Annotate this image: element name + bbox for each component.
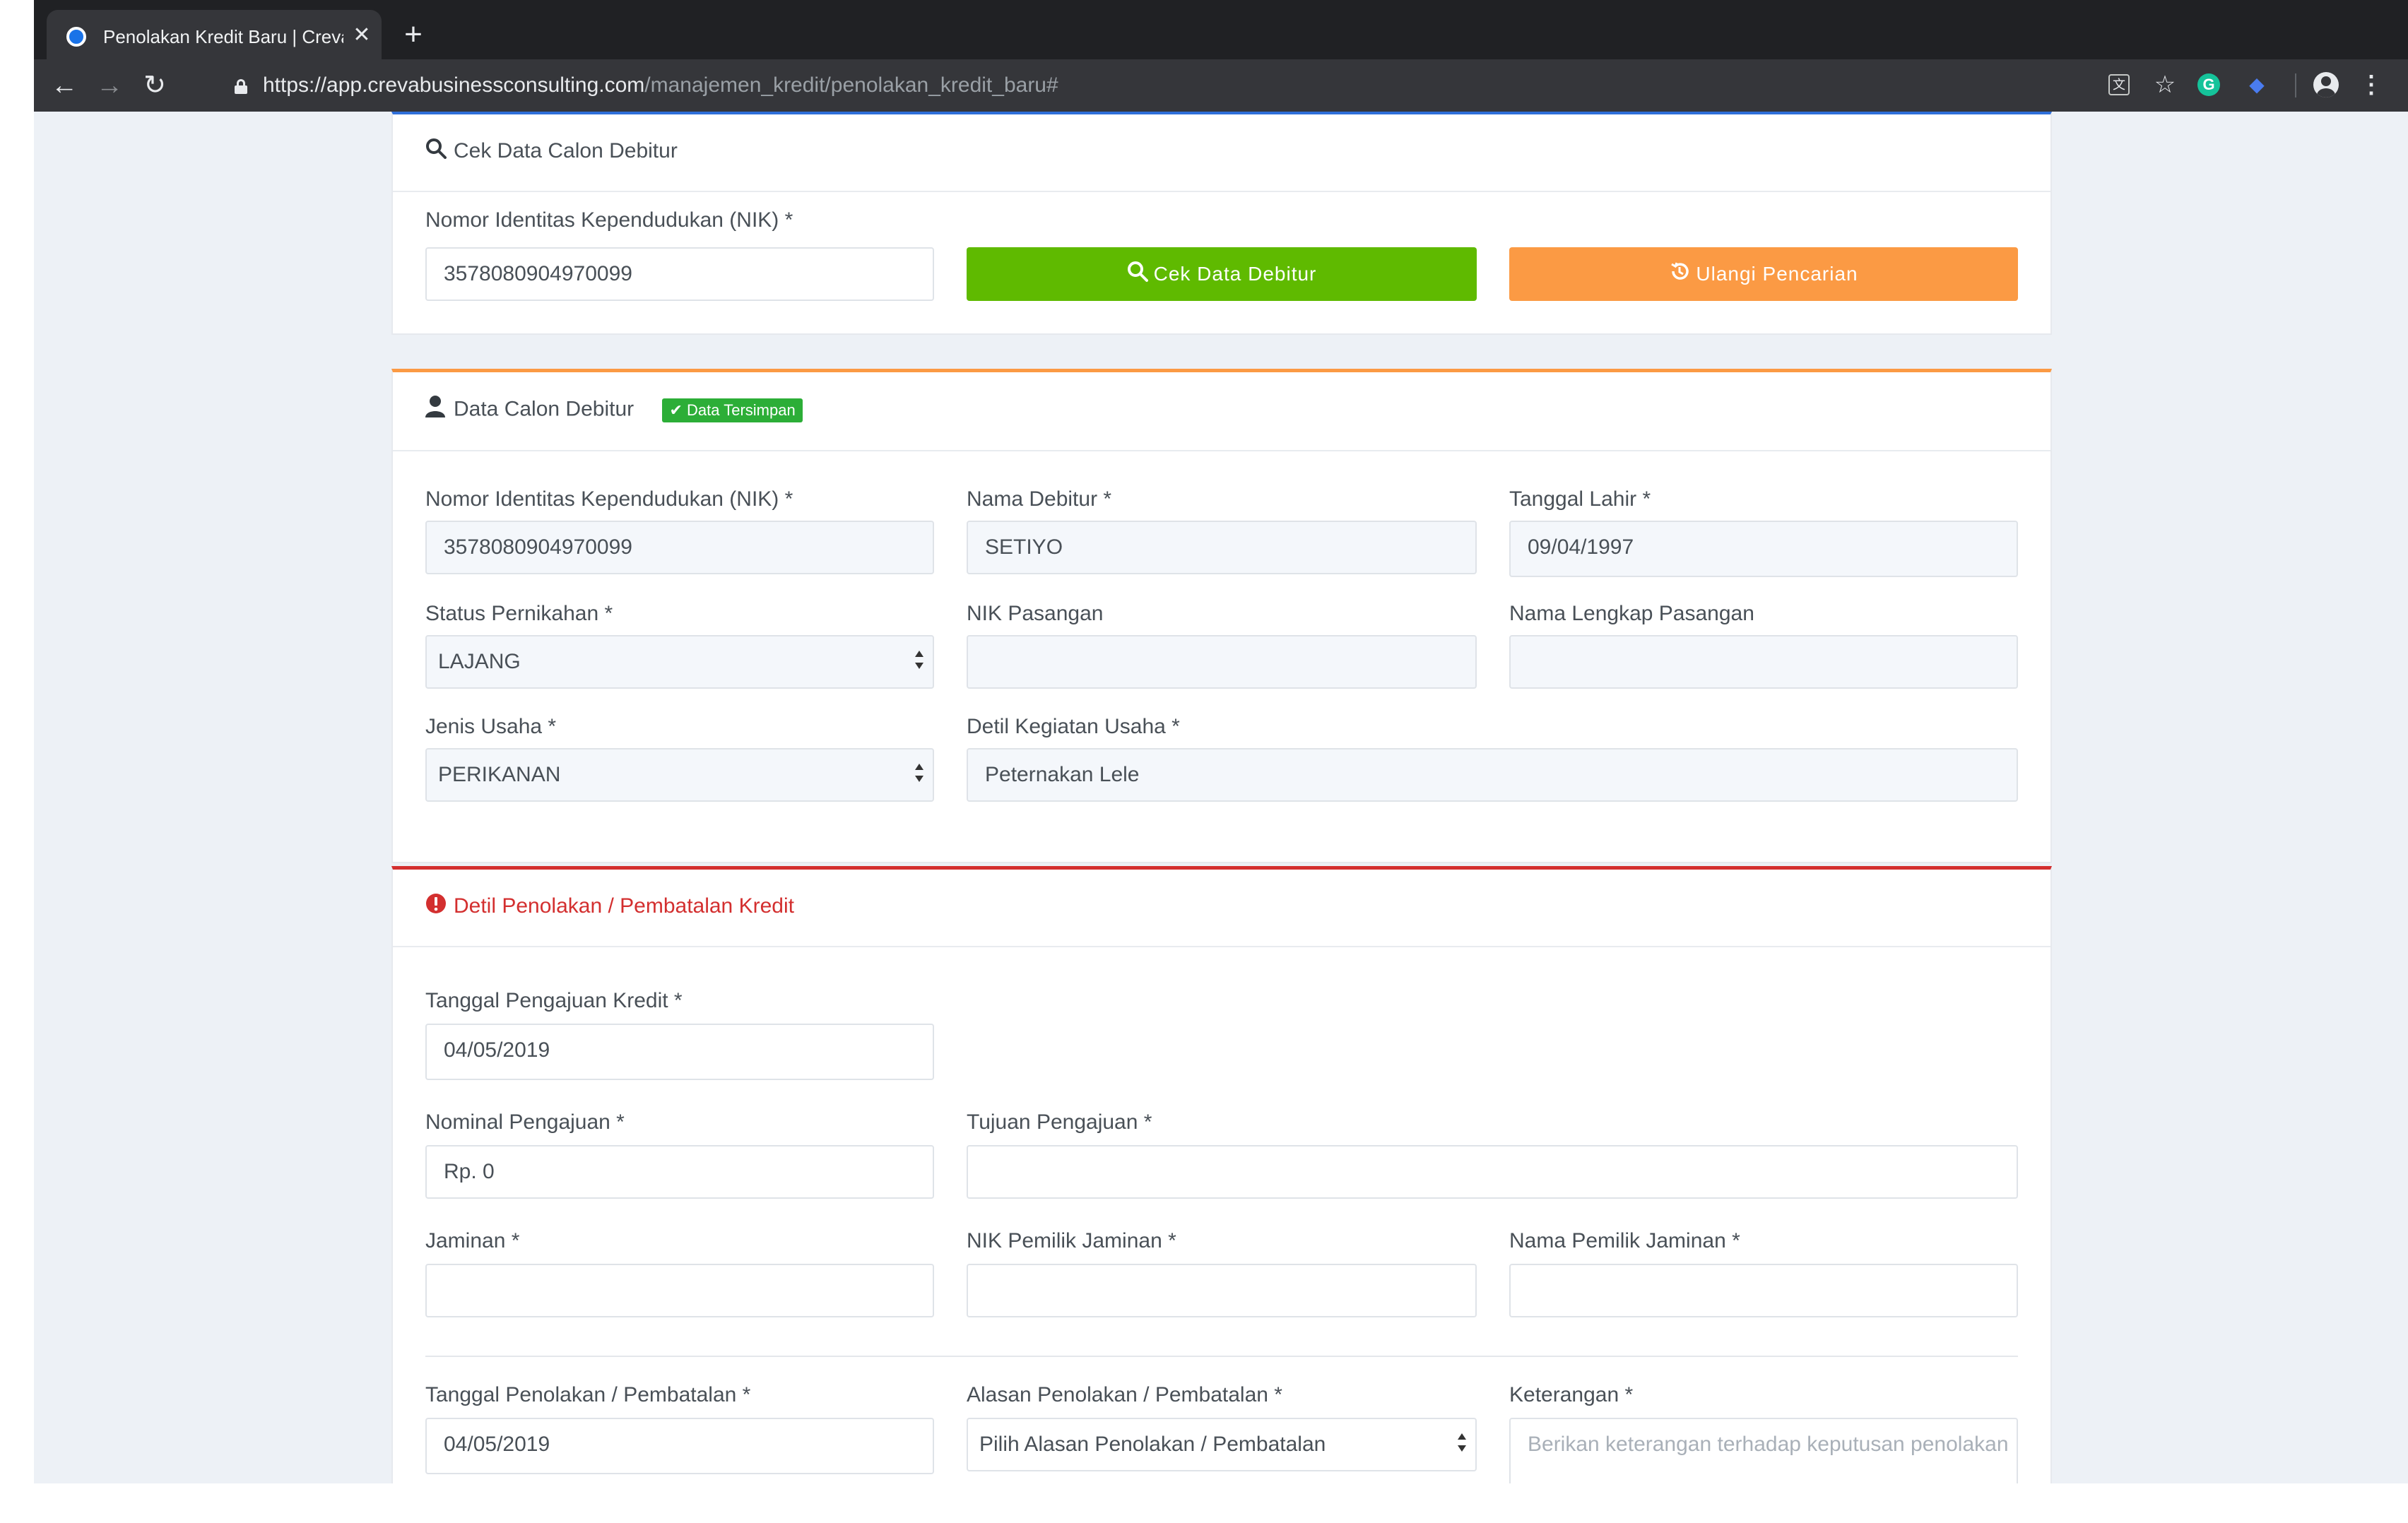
search-icon: [1127, 249, 1148, 302]
data-calon-title: Data Calon Debitur: [454, 397, 635, 421]
nik-pasangan-field[interactable]: [967, 635, 1477, 689]
history-icon: [1669, 249, 1690, 302]
new-tab-button[interactable]: +: [397, 18, 430, 51]
select-caret-icon: [913, 762, 926, 788]
nama-debitur-label: Nama Debitur *: [967, 487, 1112, 511]
url-path: /manajemen_kredit/penolakan_kredit_baru#: [644, 73, 1058, 97]
browser-toolbar: ← → ↻ https://app.crevabusinessconsultin…: [34, 59, 2408, 112]
search-icon: [425, 138, 454, 167]
nama-pemilik-field[interactable]: [1509, 1264, 2018, 1317]
bookmark-star-icon[interactable]: ☆: [2152, 72, 2178, 97]
jenis-usaha-label: Jenis Usaha *: [425, 715, 557, 738]
close-icon[interactable]: ✕: [349, 23, 374, 48]
nik-search-input[interactable]: 3578080904970099: [425, 247, 934, 301]
alasan-label: Alasan Penolakan / Pembatalan *: [967, 1383, 1282, 1406]
more-menu-icon[interactable]: ⋮: [2359, 72, 2384, 97]
cek-data-title: Cek Data Calon Debitur: [454, 139, 678, 162]
data-calon-card: Data Calon Debitur ✔ Data Tersimpan Nomo…: [391, 369, 2052, 863]
url-text[interactable]: https://app.crevabusinessconsulting.com/…: [263, 71, 1058, 100]
detil-penolakan-title: Detil Penolakan / Pembatalan Kredit: [454, 894, 794, 918]
keterangan-textarea[interactable]: Berikan keterangan terhadap keputusan pe…: [1509, 1418, 2018, 1483]
jaminan-field[interactable]: [425, 1264, 934, 1317]
user-icon: [425, 395, 454, 425]
tab-title: Penolakan Kredit Baru | Creva: [103, 26, 343, 47]
card-header: Detil Penolakan / Pembatalan Kredit: [393, 870, 2050, 947]
cek-data-card: Cek Data Calon Debitur Nomor Identitas K…: [391, 112, 2052, 335]
toolbar-divider: [2295, 73, 2296, 97]
status-pernikahan-label: Status Pernikahan *: [425, 602, 613, 625]
nik-pasangan-label: NIK Pasangan: [967, 602, 1104, 625]
jenis-usaha-value: PERIKANAN: [438, 763, 561, 786]
ulangi-pencarian-button[interactable]: Ulangi Pencarian: [1509, 247, 2018, 301]
detil-penolakan-card: Detil Penolakan / Pembatalan Kredit Tang…: [391, 866, 2052, 1483]
translate-icon[interactable]: 文: [2108, 74, 2130, 95]
back-arrow-icon[interactable]: ←: [48, 69, 81, 102]
detil-kegiatan-field[interactable]: Peternakan Lele: [967, 748, 2018, 802]
nama-pemilik-label: Nama Pemilik Jaminan *: [1509, 1229, 1740, 1252]
cek-debitur-label: Cek Data Debitur: [1153, 263, 1317, 285]
favicon-icon: [66, 27, 86, 47]
card-title: Detil Penolakan / Pembatalan Kredit: [425, 892, 794, 922]
browser-tab[interactable]: Penolakan Kredit Baru | Creva ✕: [47, 10, 382, 59]
tanggal-pengajuan-label: Tanggal Pengajuan Kredit *: [425, 989, 683, 1012]
ulangi-pencarian-label: Ulangi Pencarian: [1696, 263, 1858, 285]
forward-arrow-icon[interactable]: →: [93, 69, 126, 102]
nominal-field[interactable]: Rp. 0: [425, 1145, 934, 1199]
jenis-usaha-select[interactable]: PERIKANAN: [425, 748, 934, 802]
detil-kegiatan-label: Detil Kegiatan Usaha *: [967, 715, 1180, 738]
status-pernikahan-value: LAJANG: [438, 650, 521, 673]
section-divider: [425, 1356, 2018, 1357]
url-host: https://app.crevabusinessconsulting.com: [263, 73, 645, 97]
grammarly-extension-icon[interactable]: G: [2197, 73, 2220, 96]
lock-icon: [235, 79, 247, 94]
reload-icon[interactable]: ↻: [138, 69, 171, 102]
nik-pemilik-field[interactable]: [967, 1264, 1477, 1317]
page-bottom-edge: [0, 1483, 2408, 1523]
browser-chrome: Penolakan Kredit Baru | Creva ✕ + ← → ↻ …: [34, 0, 2408, 112]
alasan-selected-value: Pilih Alasan Penolakan / Pembatalan: [979, 1433, 1326, 1456]
card-header: Data Calon Debitur ✔ Data Tersimpan: [393, 372, 2050, 451]
nik-label: Nomor Identitas Kependudukan (NIK) *: [425, 487, 793, 511]
tanggal-lahir-label: Tanggal Lahir *: [1509, 487, 1651, 511]
badge-label: Data Tersimpan: [687, 401, 796, 419]
status-badge: ✔ Data Tersimpan: [662, 398, 803, 422]
status-pernikahan-select[interactable]: LAJANG: [425, 635, 934, 689]
card-title: Cek Data Calon Debitur: [425, 137, 678, 167]
nama-pasangan-field[interactable]: [1509, 635, 2018, 689]
card-header: Cek Data Calon Debitur: [393, 114, 2050, 192]
tanggal-pengajuan-field[interactable]: 04/05/2019: [425, 1024, 934, 1080]
tanggal-penolakan-field[interactable]: 04/05/2019: [425, 1418, 934, 1474]
extension-icon[interactable]: ◆: [2244, 72, 2270, 97]
page-content: Cek Data Calon Debitur Nomor Identitas K…: [34, 112, 2408, 1483]
tanggal-penolakan-label: Tanggal Penolakan / Pembatalan *: [425, 1383, 751, 1406]
nik-field[interactable]: 3578080904970099: [425, 521, 934, 574]
nama-pasangan-label: Nama Lengkap Pasangan: [1509, 602, 1754, 625]
tujuan-field[interactable]: [967, 1145, 2018, 1199]
nik-pemilik-label: NIK Pemilik Jaminan *: [967, 1229, 1176, 1252]
alert-circle-icon: [425, 893, 454, 922]
nama-debitur-field[interactable]: SETIYO: [967, 521, 1477, 574]
jaminan-label: Jaminan *: [425, 1229, 520, 1252]
alasan-select[interactable]: Pilih Alasan Penolakan / Pembatalan: [967, 1418, 1477, 1471]
card-title: Data Calon Debitur ✔ Data Tersimpan: [425, 395, 803, 425]
nik-label: Nomor Identitas Kependudukan (NIK) *: [425, 208, 793, 232]
nominal-label: Nominal Pengajuan *: [425, 1110, 625, 1134]
keterangan-label: Keterangan *: [1509, 1383, 1634, 1406]
cek-debitur-button[interactable]: Cek Data Debitur: [967, 247, 1477, 301]
tujuan-label: Tujuan Pengajuan *: [967, 1110, 1152, 1134]
profile-avatar-icon[interactable]: [2313, 72, 2339, 97]
address-bar[interactable]: https://app.crevabusinessconsulting.com/…: [189, 62, 2125, 109]
select-caret-icon: [913, 649, 926, 675]
select-caret-icon: [1456, 1432, 1468, 1457]
tanggal-lahir-field[interactable]: 09/04/1997: [1509, 521, 2018, 577]
